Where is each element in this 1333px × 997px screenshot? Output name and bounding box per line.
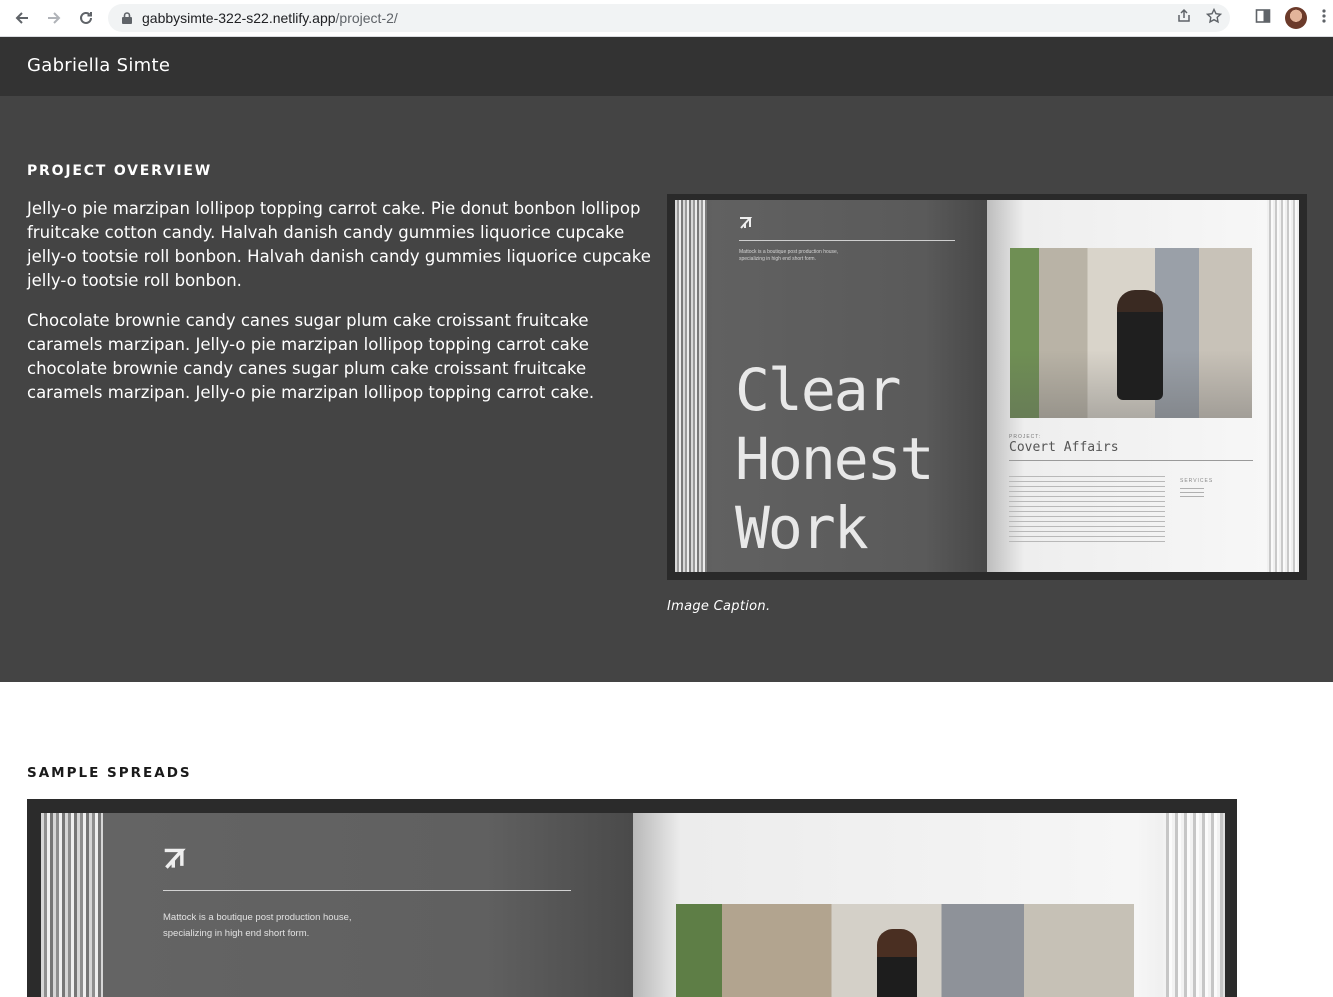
back-button[interactable] xyxy=(6,2,38,34)
overview-paragraph: Chocolate brownie candy canes sugar plum… xyxy=(27,311,595,402)
lock-icon xyxy=(120,11,134,25)
url-host: gabbysimte-322-s22.netlify.app xyxy=(142,10,336,26)
sample-spreads-heading: SAMPLE SPREADS xyxy=(27,765,192,781)
overview-paragraph: Jelly-o pie marzipan lollipop topping ca… xyxy=(27,199,651,290)
image-caption: Image Caption. xyxy=(667,599,771,614)
url-path: /project-2/ xyxy=(335,10,398,26)
arrow-left-icon xyxy=(15,12,28,24)
book-services-label: SERVICES xyxy=(1180,478,1214,484)
side-panel-icon[interactable] xyxy=(1255,8,1271,29)
spread-tagline: Mattock is a boutique post production ho… xyxy=(163,912,352,939)
site-header: Gabriella Simte xyxy=(0,37,1333,96)
menu-kebab-icon[interactable] xyxy=(1321,8,1327,29)
site-title-link[interactable]: Gabriella Simte xyxy=(27,55,170,76)
book-body-text xyxy=(1009,476,1165,546)
share-icon[interactable] xyxy=(1176,8,1192,29)
brand-logo-icon xyxy=(164,848,186,869)
browser-toolbar: gabbysimte-322-s22.netlify.app/project-2… xyxy=(0,0,1333,37)
project-book-image: Mattock is a boutique post production ho… xyxy=(667,194,1307,580)
reload-button[interactable] xyxy=(70,2,102,34)
arrow-right-icon xyxy=(48,12,61,24)
book-headline: Clear Honest Work xyxy=(735,356,935,562)
project-overview-section: PROJECT OVERVIEW Jelly-o pie marzipan lo… xyxy=(0,96,1333,682)
brand-logo-icon xyxy=(740,217,753,229)
reload-icon xyxy=(80,11,92,24)
project-overview-heading: PROJECT OVERVIEW xyxy=(27,163,212,179)
book-project-name: Covert Affairs xyxy=(1009,440,1119,455)
profile-avatar[interactable] xyxy=(1285,7,1307,29)
book-tagline: Mattock is a boutique post production ho… xyxy=(739,249,839,262)
sample-spread-image: Mattock is a boutique post production ho… xyxy=(27,799,1237,997)
book-photo-subject xyxy=(1117,290,1163,400)
address-bar[interactable]: gabbysimte-322-s22.netlify.app/project-2… xyxy=(108,4,1230,32)
bookmark-star-icon[interactable] xyxy=(1205,7,1223,29)
spread-photo-subject xyxy=(877,929,917,997)
forward-button[interactable] xyxy=(38,2,70,34)
